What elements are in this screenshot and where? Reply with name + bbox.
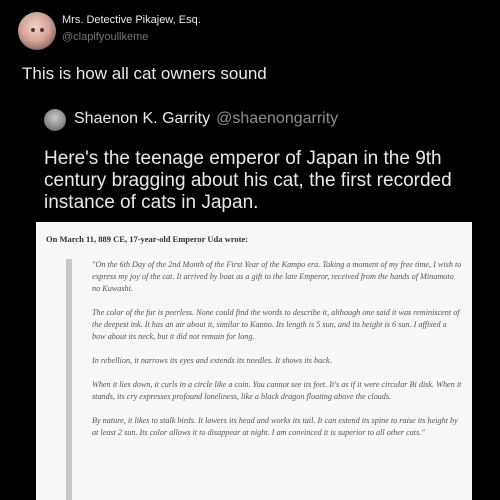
quoted-author-name[interactable]: Shaenon K. Garrity [74, 110, 210, 127]
document-paragraph: When it lies down, it curls in a circle … [92, 380, 462, 401]
document-paragraph: The color of the fur is peerless. None c… [92, 308, 460, 341]
quoted-author-handle[interactable]: @shaenongarrity [216, 110, 338, 127]
document-heading: On March 11, 889 CE, 17-year-old Emperor… [46, 234, 249, 244]
document-paragraph: In rebellion, it narrows its eyes and ex… [92, 356, 332, 365]
document-paragraph: By nature, it likes to stalk birds. It l… [92, 416, 458, 437]
attached-document-image[interactable]: On March 11, 889 CE, 17-year-old Emperor… [36, 222, 472, 500]
quoted-author-avatar[interactable] [44, 109, 66, 131]
tweet-author-handle[interactable]: @clapifyoullkeme [62, 31, 148, 43]
quoted-author-line[interactable]: Shaenon K. Garrity @shaenongarrity [74, 110, 338, 128]
document-paragraph: "On the 6th Day of the 2nd Month of the … [92, 260, 462, 293]
tweet-author-name[interactable]: Mrs. Detective Pikajew, Esq. [62, 14, 201, 26]
tweet-author-avatar[interactable] [18, 12, 56, 50]
document-blockquote: "On the 6th Day of the 2nd Month of the … [66, 259, 462, 500]
quoted-tweet-text: Here's the teenage emperor of Japan in t… [44, 148, 452, 213]
tweet-text: This is how all cat owners sound [22, 64, 267, 83]
